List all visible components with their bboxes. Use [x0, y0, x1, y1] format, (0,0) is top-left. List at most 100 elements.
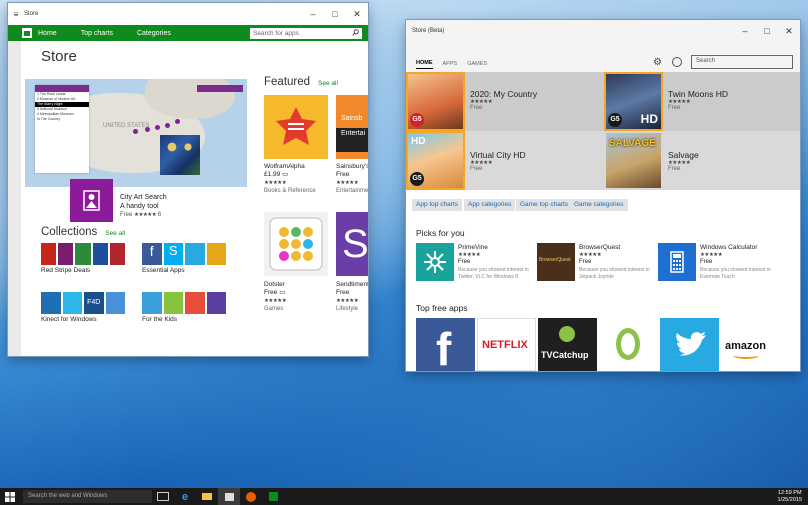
- clock-time: 12:59 PM: [777, 490, 802, 496]
- tab-apps[interactable]: APPS: [443, 61, 458, 67]
- hero-map-image[interactable]: UNITED STATES 1 The Rock Lands 2 Museum …: [25, 79, 247, 187]
- collection-essential-apps[interactable]: f S: [142, 243, 226, 265]
- windows-calculator-info: Windows Calculator ★★★★★ Free Because yo…: [700, 244, 771, 282]
- hero-app-name[interactable]: City Art Search: [120, 193, 167, 202]
- file-explorer-icon[interactable]: [196, 488, 218, 505]
- user-avatar-icon[interactable]: [672, 57, 682, 67]
- taskbar-search-input[interactable]: Search the web and Windows: [23, 490, 152, 503]
- game-name[interactable]: 2020: My Country: [470, 89, 537, 99]
- dotster-tile[interactable]: [264, 212, 328, 276]
- internet-explorer-icon[interactable]: e: [174, 488, 196, 505]
- facebook-app-tile[interactable]: f: [416, 318, 475, 371]
- store-titlebar: ≡ Store – □ ✕: [8, 3, 368, 25]
- store-green-taskbar-icon[interactable]: [262, 488, 284, 505]
- game-top-charts-button[interactable]: Game top charts: [516, 199, 573, 211]
- app-name[interactable]: Dotster: [264, 281, 286, 289]
- hero-app-price: Free: [120, 212, 133, 218]
- minimize-button[interactable]: –: [302, 9, 324, 20]
- rating-stars-icon: ★★★★★: [458, 251, 481, 258]
- app-price: Free: [336, 171, 350, 178]
- app-category: Books & Reference: [264, 188, 316, 194]
- tab-games[interactable]: GAMES: [467, 61, 487, 67]
- search-input[interactable]: Search: [691, 55, 793, 69]
- collection-red-stripe-deals[interactable]: [41, 243, 126, 265]
- collection-for-the-kids[interactable]: [142, 292, 226, 314]
- primevine-tile[interactable]: [416, 243, 454, 281]
- amazon-app-tile[interactable]: amazon: [721, 318, 780, 371]
- app-name[interactable]: PrimeVine: [458, 244, 529, 252]
- taskbar-clock[interactable]: 12:59 PM 1/25/2015: [778, 490, 802, 503]
- oyster-app-tile[interactable]: [599, 318, 658, 371]
- collection-kinect-for-windows[interactable]: F4D: [41, 292, 125, 314]
- start-button[interactable]: [0, 488, 20, 505]
- map-list-item[interactable]: In The Country: [35, 117, 89, 122]
- game-twin-moons-hd-tile[interactable]: G5 HD: [604, 72, 663, 131]
- pick-reason-detail: Twitter, VLC for Windows 8: [458, 274, 519, 280]
- twitter-app-tile[interactable]: [660, 318, 719, 371]
- game-name[interactable]: Twin Moons HD: [668, 89, 728, 99]
- game-name[interactable]: Virtual City HD: [470, 150, 526, 160]
- nav-categories[interactable]: Categories: [137, 30, 171, 37]
- app-name[interactable]: Windows Calculator: [700, 244, 771, 252]
- map-toolbar: [197, 85, 243, 92]
- game-virtual-city-hd-tile[interactable]: HD G5: [406, 131, 465, 190]
- game-price: Free: [470, 166, 483, 172]
- sendtiment-info: Sendtiment Free ★★★★★ Lifestyle: [336, 281, 368, 313]
- sendtiment-tile[interactable]: S: [336, 212, 368, 276]
- play-icon: [559, 326, 575, 342]
- app-top-charts-button[interactable]: App top charts: [412, 199, 462, 211]
- twitter-bird-icon: [675, 332, 706, 356]
- city-art-search-tile[interactable]: [70, 179, 113, 222]
- rating-stars-icon: ★★★★★: [336, 298, 359, 304]
- collection-label[interactable]: Kinect for Windows: [41, 316, 97, 324]
- minimize-button[interactable]: –: [734, 26, 756, 37]
- store-taskbar-icon[interactable]: [218, 488, 240, 505]
- app-categories-button[interactable]: App categories: [464, 199, 516, 211]
- collections-title: Collections: [41, 226, 98, 238]
- app-name[interactable]: Sainsbury's TV: [336, 163, 368, 171]
- settings-gear-icon[interactable]: ⚙: [653, 57, 662, 68]
- task-view-icon[interactable]: [152, 488, 174, 505]
- nav-home[interactable]: Home: [38, 30, 57, 37]
- maximize-button[interactable]: □: [324, 9, 346, 20]
- pick-reason: Because you showed interest in: [579, 266, 650, 273]
- dotster-logo-icon: [269, 217, 323, 271]
- browserquest-logo-text: BrowserQuest: [539, 257, 571, 263]
- app-name[interactable]: WolframAlpha: [264, 163, 316, 171]
- game-name[interactable]: Salvage: [668, 150, 699, 160]
- featured-see-all-link[interactable]: See all: [318, 80, 338, 87]
- pick-reason-detail: Jetpack Joyride: [579, 274, 614, 280]
- search-icon[interactable]: [352, 29, 359, 37]
- tab-home[interactable]: HOME: [416, 60, 433, 69]
- tvcatchup-app-tile[interactable]: TVCatchup: [538, 318, 597, 371]
- firefox-icon[interactable]: [240, 488, 262, 505]
- search-input[interactable]: Search for apps: [250, 27, 362, 39]
- game-2020-my-country-tile[interactable]: G5: [406, 72, 465, 131]
- collection-label[interactable]: Red Stripe Deals: [41, 267, 90, 275]
- tvcatchup-logo-text: TVCatchup: [541, 350, 589, 360]
- maximize-button[interactable]: □: [756, 26, 778, 37]
- game-categories-button[interactable]: Game categories: [570, 199, 628, 211]
- netflix-logo-text: NETFLIX: [482, 339, 528, 351]
- close-button[interactable]: ✕: [346, 9, 368, 20]
- browserquest-tile[interactable]: BrowserQuest: [537, 243, 575, 281]
- collection-label[interactable]: Essential Apps: [142, 267, 185, 275]
- sainsburys-tv-tile[interactable]: Sainsb Entertai: [336, 95, 368, 159]
- game-salvage-tile[interactable]: SALVAGE: [604, 131, 663, 190]
- collections-see-all-link[interactable]: See all: [105, 230, 125, 237]
- pick-reason-detail: Evernote Touch: [700, 274, 735, 280]
- nav-top-charts[interactable]: Top charts: [81, 30, 113, 37]
- top-free-heading: Top free apps: [416, 303, 468, 313]
- side-strip: [8, 41, 21, 356]
- app-name[interactable]: BrowserQuest: [579, 244, 650, 252]
- hamburger-menu-icon[interactable]: ≡: [8, 10, 24, 19]
- netflix-app-tile[interactable]: NETFLIX: [477, 318, 536, 371]
- wolframalpha-tile[interactable]: [264, 95, 328, 159]
- app-category: Lifestyle: [336, 306, 359, 312]
- app-name[interactable]: Sendtiment: [336, 281, 368, 289]
- rating-stars-icon: ★★★★★: [700, 251, 723, 258]
- windows-calculator-tile[interactable]: [658, 243, 696, 281]
- close-button[interactable]: ✕: [778, 26, 800, 37]
- sendtiment-logo-icon: S: [342, 222, 368, 266]
- collection-label[interactable]: For the Kids: [142, 316, 177, 324]
